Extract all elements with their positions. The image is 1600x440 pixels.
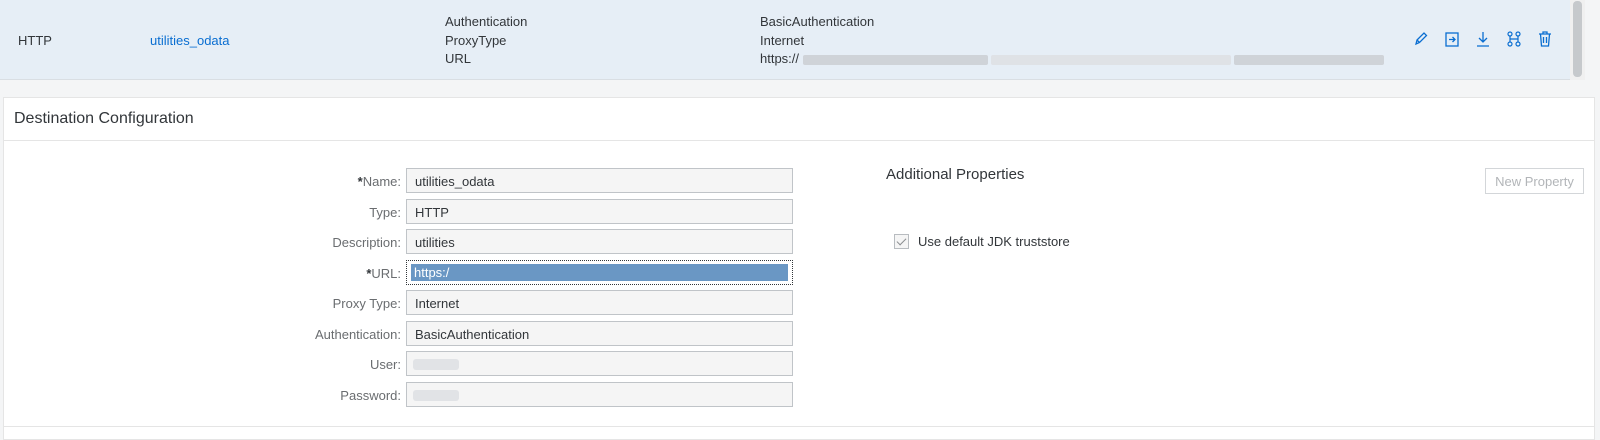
edit-icon[interactable] xyxy=(1413,30,1429,48)
delete-icon[interactable] xyxy=(1537,30,1553,48)
url-field[interactable]: https:/ xyxy=(406,259,793,285)
row-actions xyxy=(1413,30,1553,48)
destination-property-labels: Authentication ProxyType URL xyxy=(445,13,527,69)
description-label: Description: xyxy=(332,235,401,250)
user-row: User: xyxy=(4,351,794,376)
export-icon[interactable] xyxy=(1475,30,1491,48)
authentication-field[interactable]: BasicAuthentication xyxy=(406,320,793,346)
destination-name-link[interactable]: utilities_odata xyxy=(150,33,230,48)
description-field[interactable]: utilities xyxy=(406,229,793,254)
check-connection-icon[interactable] xyxy=(1506,30,1522,48)
panel-title: Destination Configuration xyxy=(14,110,194,127)
property-label: URL xyxy=(445,51,472,66)
clone-icon[interactable] xyxy=(1444,30,1460,48)
type-row: Type: HTTP xyxy=(4,198,794,224)
redacted-url xyxy=(803,55,1388,65)
type-label: Type: xyxy=(369,204,401,220)
description-row: Description: utilities xyxy=(4,229,794,254)
destination-configuration-panel: Destination Configuration *Name: utiliti… xyxy=(3,97,1595,440)
user-field[interactable] xyxy=(406,351,793,376)
panel-divider xyxy=(4,426,1594,427)
redacted-user xyxy=(413,359,459,370)
property-label: Authentication xyxy=(445,14,528,29)
destination-row[interactable]: HTTP utilities_odata Authentication Prox… xyxy=(0,0,1585,80)
user-label: User: xyxy=(369,357,401,372)
additional-properties-title: Additional Properties xyxy=(886,166,1025,183)
name-label: *Name: xyxy=(357,174,401,189)
property-value: Internet xyxy=(760,32,805,48)
proxy-type-label: Proxy Type: xyxy=(332,296,401,311)
truststore-checkbox[interactable] xyxy=(894,234,909,249)
truststore-label: Use default JDK truststore xyxy=(918,234,1070,249)
url-label: *URL: xyxy=(366,265,401,281)
new-property-button[interactable]: New Property xyxy=(1485,168,1584,194)
redacted-password xyxy=(413,389,459,401)
authentication-label: Authentication: xyxy=(314,326,401,342)
authentication-row: Authentication: BasicAuthentication xyxy=(4,320,794,346)
panel-header: Destination Configuration xyxy=(4,98,1594,141)
password-row: Password: xyxy=(4,381,794,407)
name-field[interactable]: utilities_odata xyxy=(406,168,793,193)
proxy-type-field[interactable]: Internet xyxy=(406,290,793,315)
type-field[interactable]: HTTP xyxy=(406,198,793,224)
name-row: *Name: utilities_odata xyxy=(4,168,794,193)
property-value: BasicAuthentication xyxy=(760,14,875,29)
scrollbar[interactable] xyxy=(1570,0,1585,80)
property-label: ProxyType xyxy=(445,32,507,48)
password-field[interactable] xyxy=(406,381,793,407)
destination-type: HTTP xyxy=(18,33,52,48)
scrollbar-thumb[interactable] xyxy=(1573,1,1582,77)
url-selected-text: https:/ xyxy=(411,263,788,281)
url-row: *URL: https:/ xyxy=(4,259,794,285)
password-label: Password: xyxy=(340,387,401,403)
truststore-option: Use default JDK truststore xyxy=(894,234,1070,249)
proxy-type-row: Proxy Type: Internet xyxy=(4,290,794,315)
